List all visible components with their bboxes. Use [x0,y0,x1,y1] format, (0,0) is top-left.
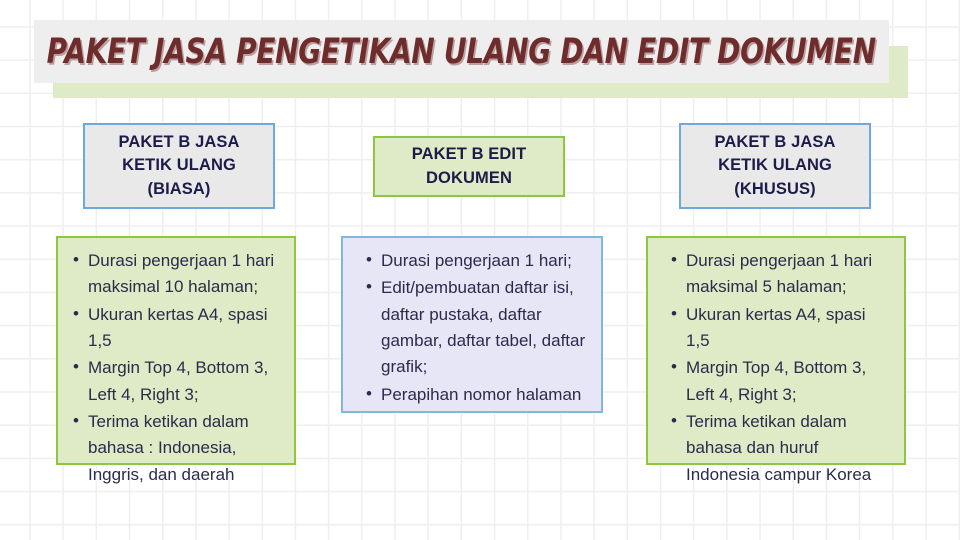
list-item: Durasi pengerjaan 1 hari maksimal 5 hala… [671,247,892,301]
package-header-edit-dokumen: PAKET B EDIT DOKUMEN [373,136,565,197]
list-item: Edit/pembuatan daftar isi, daftar pustak… [366,274,589,380]
header-line: DOKUMEN [426,168,512,187]
header-line: PAKET B JASA [118,132,240,151]
header-line: PAKET B EDIT [411,145,527,164]
list-item: Terima ketikan dalam bahasa : Indonesia,… [73,408,282,488]
list-item: Terima ketikan dalam bahasa dan huruf In… [671,408,892,488]
bullet-list: Durasi pengerjaan 1 hari maksimal 10 hal… [66,247,282,488]
header-line: (BIASA) [147,179,211,198]
list-item: Ukuran kertas A4, spasi 1,5 [671,301,892,355]
package-details-khusus: Durasi pengerjaan 1 hari maksimal 5 hala… [646,236,906,484]
header-line: (KHUSUS) [734,179,816,198]
list-item: Margin Top 4, Bottom 3, Left 4, Right 3; [73,354,282,408]
page-title: PAKET JASA PENGETIKAN ULANG DAN EDIT DOK… [46,31,877,72]
list-item: Durasi pengerjaan 1 hari maksimal 10 hal… [73,247,282,301]
list-item: Margin Top 4, Bottom 3, Left 4, Right 3; [671,354,892,408]
package-details-biasa: Durasi pengerjaan 1 hari maksimal 10 hal… [56,236,296,484]
package-details-edit-dokumen: Durasi pengerjaan 1 hari; Edit/pembuatan… [341,236,603,413]
title-card: PAKET JASA PENGETIKAN ULANG DAN EDIT DOK… [34,20,889,83]
list-item: Perapihan nomor halaman [366,381,589,408]
list-item: Durasi pengerjaan 1 hari; [366,247,589,274]
package-header-khusus: PAKET B JASA KETIK ULANG (KHUSUS) [679,123,871,209]
title-band: PAKET JASA PENGETIKAN ULANG DAN EDIT DOK… [0,0,960,120]
header-line: PAKET B JASA [714,132,836,151]
bullet-list: Durasi pengerjaan 1 hari; Edit/pembuatan… [351,247,589,408]
package-header-biasa: PAKET B JASA KETIK ULANG (BIASA) [83,123,275,209]
bullet-list: Durasi pengerjaan 1 hari maksimal 5 hala… [656,247,892,488]
header-line: KETIK ULANG [718,156,832,175]
list-item: Ukuran kertas A4, spasi 1,5 [73,301,282,355]
header-line: KETIK ULANG [122,156,236,175]
